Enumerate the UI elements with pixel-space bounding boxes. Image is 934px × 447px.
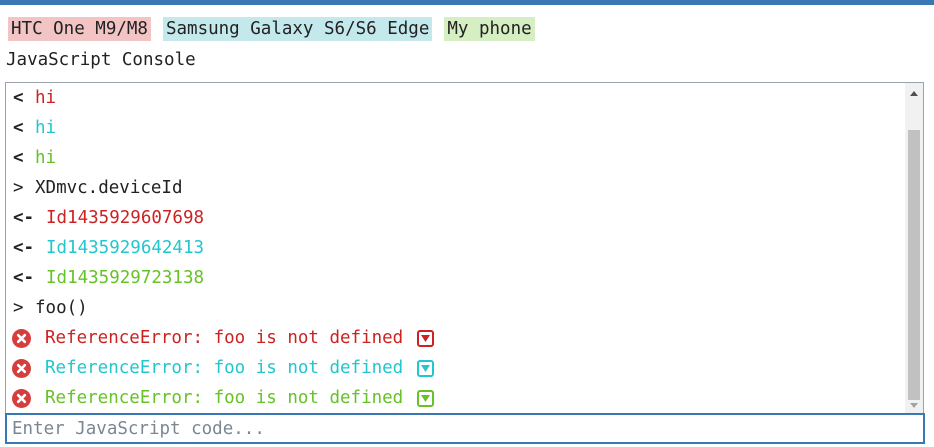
- console-line-output: < hi: [6, 83, 905, 113]
- console-line-prefix: <: [13, 88, 24, 108]
- javascript-input[interactable]: [5, 413, 925, 444]
- console-line-text: hi: [35, 148, 57, 168]
- console-line-text: hi: [35, 88, 57, 108]
- console-line-result: <- Id1435929607698: [6, 203, 905, 233]
- console-line-input: > foo(): [6, 293, 905, 323]
- error-circle-icon: [12, 328, 31, 348]
- console-line-text: ReferenceError: foo is not defined: [45, 328, 404, 348]
- scrollbar-thumb[interactable]: [908, 130, 920, 400]
- console-line-prefix: <: [13, 118, 24, 138]
- console-line-output: < hi: [6, 113, 905, 143]
- console-line-text: hi: [35, 118, 57, 138]
- console-line-prefix: <-: [13, 208, 35, 228]
- scroll-up-arrow-icon[interactable]: [905, 85, 923, 101]
- console-line-error: ReferenceError: foo is not defined: [6, 383, 905, 413]
- console-line-text: Id1435929723138: [46, 268, 205, 288]
- console-line-prefix: <: [13, 148, 24, 168]
- console-line-input: > XDmvc.deviceId: [6, 173, 905, 203]
- console-line-text: ReferenceError: foo is not defined: [45, 358, 404, 378]
- console-line-text: Id1435929607698: [46, 208, 205, 228]
- chevron-down-box-icon[interactable]: [417, 359, 435, 377]
- chevron-down-box-icon[interactable]: [417, 329, 435, 347]
- console-line-output: < hi: [6, 143, 905, 173]
- error-circle-icon: [12, 358, 31, 378]
- console-title: JavaScript Console: [6, 50, 196, 70]
- console-line-prefix: >: [13, 298, 24, 318]
- console-line-result: <- Id1435929723138: [6, 263, 905, 293]
- console-line-text: foo(): [35, 298, 88, 318]
- console-scrollbar[interactable]: [905, 83, 923, 413]
- console-line-error: ReferenceError: foo is not defined: [6, 323, 905, 353]
- scroll-down-arrow-icon[interactable]: [905, 397, 923, 413]
- console-log: < hi < hi < hi > XDmvc.deviceId <- Id143592960769…: [5, 82, 924, 413]
- device-tag-samsung[interactable]: Samsung Galaxy S6/S6 Edge: [162, 17, 433, 41]
- console-line-result: <- Id1435929642413: [6, 233, 905, 263]
- console-line-prefix: >: [13, 178, 24, 198]
- device-tag-htc[interactable]: HTC One M9/M8: [8, 17, 151, 41]
- console-line-text: XDmvc.deviceId: [35, 178, 183, 198]
- device-tags: HTC One M9/M8 Samsung Galaxy S6/S6 Edge …: [8, 16, 535, 42]
- console-log-lines: < hi < hi < hi > XDmvc.deviceId <- Id143592960769…: [6, 83, 905, 413]
- console-line-prefix: <-: [13, 238, 35, 258]
- console-line-prefix: <-: [13, 268, 35, 288]
- chevron-down-box-icon[interactable]: [417, 389, 435, 407]
- console-line-text: Id1435929642413: [46, 238, 205, 258]
- console-line-text: ReferenceError: foo is not defined: [45, 388, 404, 408]
- error-circle-icon: [12, 388, 31, 408]
- top-accent-bar: [0, 0, 934, 5]
- device-tag-my-phone[interactable]: My phone: [444, 17, 535, 41]
- console-line-error: ReferenceError: foo is not defined: [6, 353, 905, 383]
